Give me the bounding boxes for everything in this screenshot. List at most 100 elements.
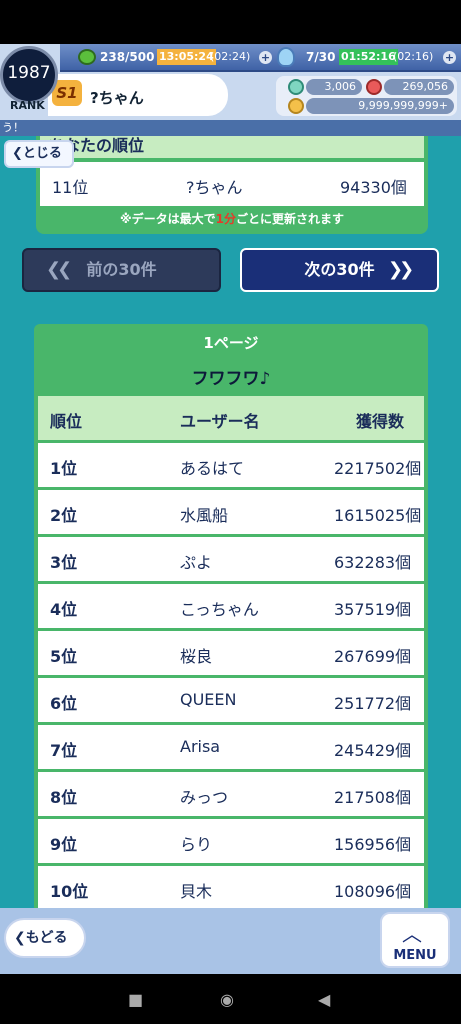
table-row[interactable]: 4位 こっちゃん 357519個 bbox=[38, 584, 424, 628]
ranking-score: 2217502個 bbox=[334, 459, 422, 478]
my-rank-heading: あなたの順位 bbox=[40, 136, 424, 158]
ranking-score: 267699個 bbox=[334, 647, 412, 666]
update-note: ※データは最大で1分ごとに更新されます bbox=[36, 210, 428, 227]
heart-icon bbox=[366, 79, 382, 95]
ranking-name: みっつ bbox=[180, 788, 229, 807]
potion-value: 7/30 bbox=[306, 50, 336, 64]
ranking-name: Arisa bbox=[180, 737, 221, 756]
ranking-name: 貝木 bbox=[180, 882, 213, 901]
chevron-up-icon: ︿ bbox=[402, 922, 422, 946]
heart-count: 269,056 bbox=[384, 79, 454, 95]
ranking-score: 245429個 bbox=[334, 741, 412, 760]
ranking-score: 632283個 bbox=[334, 553, 412, 572]
table-row[interactable]: 1位 あるはて 2217502個 bbox=[38, 443, 424, 487]
ranking-rank: 3位 bbox=[50, 553, 78, 572]
table-row[interactable]: 6位 QUEEN 251772個 bbox=[38, 678, 424, 722]
my-rank-position: 11位 bbox=[52, 178, 89, 197]
gem-icon bbox=[288, 79, 304, 95]
table-header: 順位 ユーザー名 獲得数 bbox=[38, 396, 424, 440]
chevron-left-icon: ❮ bbox=[12, 146, 23, 161]
stamina-timer: 13:05:24 bbox=[157, 49, 216, 65]
ranking-score: 1615025個 bbox=[334, 506, 422, 525]
header-score: 獲得数 bbox=[356, 412, 405, 431]
update-note-before: ※データは最大で bbox=[119, 212, 216, 226]
ranking-score: 251772個 bbox=[334, 694, 412, 713]
event-title: フワフワ♪ bbox=[191, 369, 271, 389]
back-button[interactable]: ❮もどる bbox=[4, 918, 86, 958]
prev-page-button[interactable]: ❮❮ 前の30件 bbox=[22, 248, 221, 292]
back-nav-icon[interactable]: ◀ bbox=[318, 990, 330, 1009]
table-row[interactable]: 10位 貝木 108096個 bbox=[38, 866, 424, 910]
ranking-rank: 10位 bbox=[50, 882, 89, 901]
recent-apps-icon[interactable]: ■ bbox=[128, 990, 143, 1009]
my-rank-score: 94330個 bbox=[340, 178, 407, 197]
ranking-score: 357519個 bbox=[334, 600, 412, 619]
rank-number: 1987 bbox=[7, 63, 51, 83]
home-icon[interactable]: ◉ bbox=[220, 990, 234, 1009]
ranking-rank: 1位 bbox=[50, 459, 78, 478]
double-chevron-left-icon: ❮❮ bbox=[46, 259, 72, 280]
ranking-score: 108096個 bbox=[334, 882, 412, 901]
coin-count: 9,999,999,999+ bbox=[306, 98, 454, 114]
ranking-name: こっちゃん bbox=[180, 600, 259, 619]
menu-button[interactable]: ︿ MENU bbox=[380, 912, 450, 968]
top-hud: 238/500 13:05:24 (02:24) + 7/30 01:52:16… bbox=[0, 44, 461, 120]
next-page-label: 次の30件 bbox=[304, 260, 375, 279]
ranking-name: 水風船 bbox=[180, 506, 229, 525]
double-chevron-right-icon: ❯❯ bbox=[388, 259, 414, 280]
next-page-button[interactable]: 次の30件 ❯❯ bbox=[240, 248, 439, 292]
table-row[interactable]: 7位 Arisa 245429個 bbox=[38, 725, 424, 769]
rank-label: RANK bbox=[10, 99, 45, 112]
menu-label: MENU bbox=[393, 948, 437, 963]
header-name: ユーザー名 bbox=[180, 412, 260, 431]
table-row[interactable]: 3位 ぷよ 632283個 bbox=[38, 537, 424, 581]
stamina-icon bbox=[78, 49, 96, 65]
ranking-rank: 6位 bbox=[50, 694, 78, 713]
stamina-plus-button[interactable]: + bbox=[259, 51, 272, 64]
ranking-name: ぷよ bbox=[180, 553, 213, 572]
back-button-label: もどる bbox=[25, 930, 68, 946]
system-nav-bar: ■ ◉ ◀ bbox=[0, 974, 461, 1024]
my-rank-row: 11位 ?ちゃん 94330個 bbox=[40, 162, 424, 206]
close-button[interactable]: ❮とじる bbox=[4, 140, 74, 168]
ranking-rank: 4位 bbox=[50, 600, 78, 619]
stamina-timer-sub: (02:24) bbox=[210, 50, 251, 63]
ranking-name: 桜良 bbox=[180, 647, 213, 666]
game-screen: 238/500 13:05:24 (02:24) + 7/30 01:52:16… bbox=[0, 44, 461, 974]
potion-icon bbox=[277, 47, 295, 67]
update-note-interval: 1分 bbox=[215, 212, 236, 226]
table-row[interactable]: 8位 みっつ 217508個 bbox=[38, 772, 424, 816]
page-label: 1ページ bbox=[203, 334, 259, 352]
status-bar bbox=[0, 0, 461, 44]
close-button-label: とじる bbox=[22, 146, 62, 161]
ranking-rank: 5位 bbox=[50, 647, 78, 666]
my-rank-name: ?ちゃん bbox=[186, 178, 243, 197]
gem-count: 3,006 bbox=[306, 79, 362, 95]
news-ticker: う！ bbox=[0, 120, 461, 136]
potion-timer: 01:52:16 bbox=[339, 49, 398, 65]
header-rank: 順位 bbox=[50, 412, 83, 431]
ranking-name: あるはて bbox=[180, 459, 245, 478]
ranking-rank: 2位 bbox=[50, 506, 78, 525]
currency-panel: 3,006 269,056 9,999,999,999+ bbox=[276, 76, 457, 116]
stamina-value: 238/500 bbox=[100, 50, 155, 64]
ranking-card: 1ページ フワフワ♪ 順位 ユーザー名 獲得数 1位 あるはて 2217502個 2位… bbox=[34, 324, 428, 974]
ranking-name: QUEEN bbox=[180, 690, 237, 709]
ranking-rank: 8位 bbox=[50, 788, 78, 807]
potion-plus-button[interactable]: + bbox=[443, 51, 456, 64]
ranking-name: らり bbox=[180, 835, 213, 854]
potion-timer-sub: (02:16) bbox=[393, 50, 434, 63]
hud-resource-strip: 238/500 13:05:24 (02:24) + 7/30 01:52:16… bbox=[60, 44, 461, 72]
rank-badge[interactable]: 1987 bbox=[0, 46, 58, 104]
my-rank-panel: あなたの順位 11位 ?ちゃん 94330個 ※データは最大で1分ごとに更新され… bbox=[36, 136, 428, 234]
table-row[interactable]: 2位 水風船 1615025個 bbox=[38, 490, 424, 534]
chevron-left-icon: ❮ bbox=[14, 930, 26, 946]
prev-page-label: 前の30件 bbox=[86, 260, 157, 279]
ranking-score: 156956個 bbox=[334, 835, 412, 854]
table-row[interactable]: 9位 らり 156956個 bbox=[38, 819, 424, 863]
coin-icon bbox=[288, 98, 304, 114]
ranking-score: 217508個 bbox=[334, 788, 412, 807]
update-note-after: ごとに更新されます bbox=[236, 212, 345, 226]
table-row[interactable]: 5位 桜良 267699個 bbox=[38, 631, 424, 675]
player-name: ?ちゃん bbox=[90, 89, 144, 107]
